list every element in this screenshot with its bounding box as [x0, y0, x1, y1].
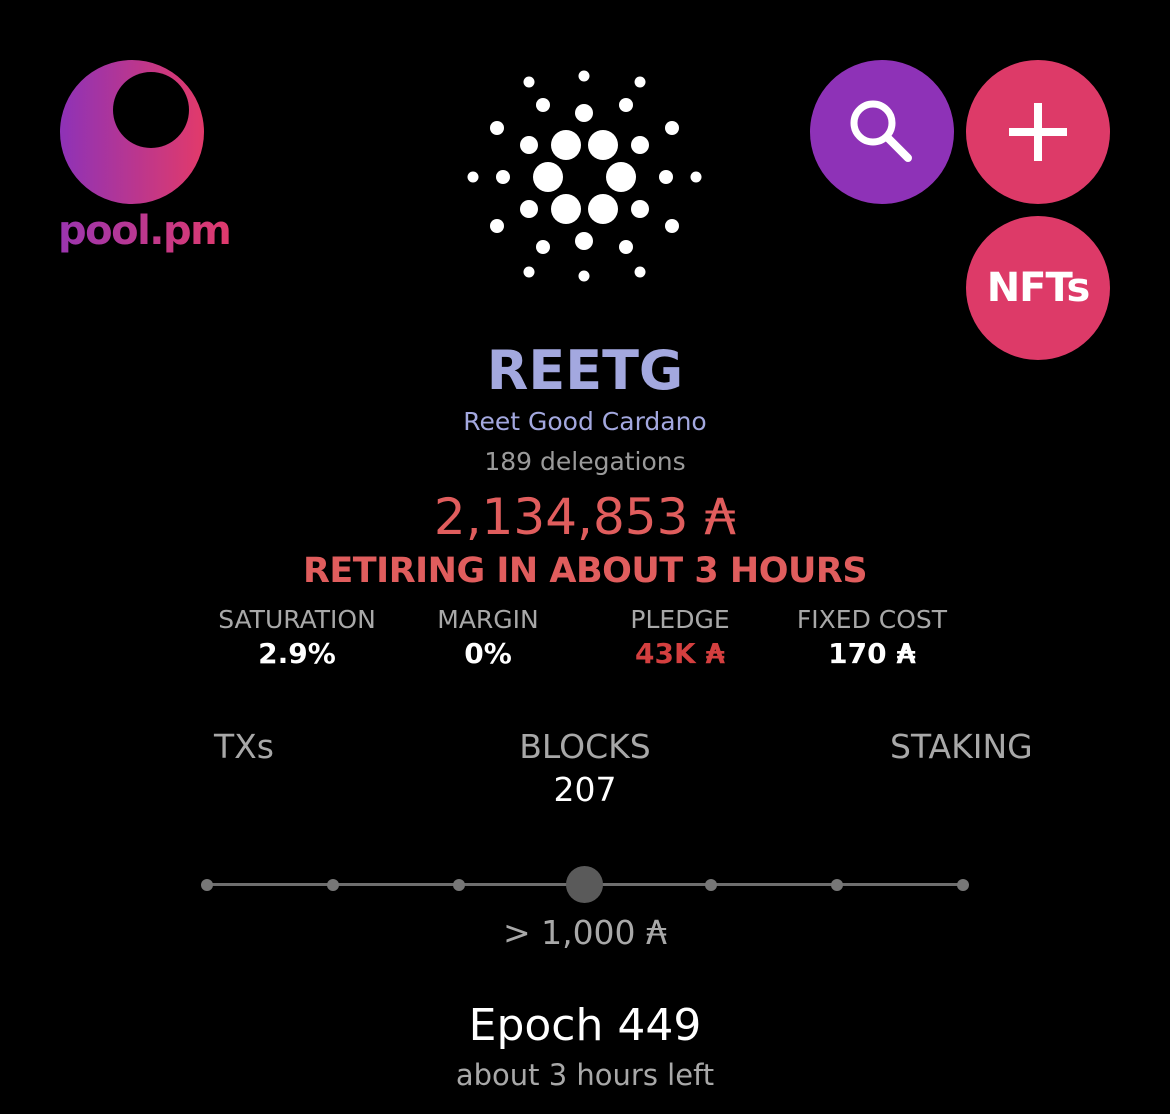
tab-blocks[interactable]: BLOCKS — [519, 727, 650, 766]
pool-pm-logo-icon[interactable] — [60, 60, 204, 204]
slider-value-label: > 1,000 ₳ — [502, 913, 668, 952]
epoch-title: Epoch 449 — [468, 1000, 702, 1051]
epoch-remaining: about 3 hours left — [455, 1058, 715, 1092]
stat-label: MARGIN — [437, 605, 539, 634]
slider-step[interactable] — [831, 879, 843, 891]
pool-stake: 2,134,853 ₳ — [433, 488, 737, 546]
add-button[interactable] — [966, 60, 1110, 204]
slider-thumb[interactable] — [566, 866, 603, 903]
stat-label: PLEDGE — [630, 605, 730, 634]
tab-staking[interactable]: STAKING — [890, 726, 1033, 768]
search-button[interactable] — [810, 60, 954, 204]
stat-label: FIXED COST — [796, 605, 948, 634]
cardano-logo-icon — [467, 70, 702, 282]
logo-hole — [113, 72, 189, 148]
stat-margin: MARGIN 0% — [378, 604, 598, 672]
search-icon — [850, 100, 912, 162]
retiring-status: RETIRING IN ABOUT 3 HOURS — [302, 551, 868, 591]
stat-value: 170 ₳ — [828, 637, 916, 670]
stat-value: 0% — [464, 637, 512, 670]
stat-fixed-cost: FIXED COST 170 ₳ — [762, 604, 982, 672]
logo-text[interactable]: pool.pm — [58, 206, 232, 256]
tab-txs[interactable]: TXs — [214, 726, 274, 768]
stat-value: 2.9% — [258, 637, 336, 670]
stat-pledge: PLEDGE 43K ₳ — [570, 604, 790, 672]
pool-delegations: 189 delegations — [484, 447, 686, 476]
pool-ticker: REETG — [486, 339, 684, 402]
slider-step[interactable] — [201, 879, 213, 891]
slider-step[interactable] — [327, 879, 339, 891]
blocks-count: 207 — [553, 770, 617, 809]
nfts-label: NFTs — [986, 265, 1091, 311]
stat-saturation: SATURATION 2.9% — [187, 604, 407, 672]
pool-name: Reet Good Cardano — [463, 407, 707, 436]
stat-label: SATURATION — [218, 605, 376, 634]
slider-step[interactable] — [705, 879, 717, 891]
slider-step[interactable] — [957, 879, 969, 891]
stat-value: 43K ₳ — [635, 637, 725, 670]
plus-icon — [1009, 103, 1067, 161]
slider-step[interactable] — [453, 879, 465, 891]
